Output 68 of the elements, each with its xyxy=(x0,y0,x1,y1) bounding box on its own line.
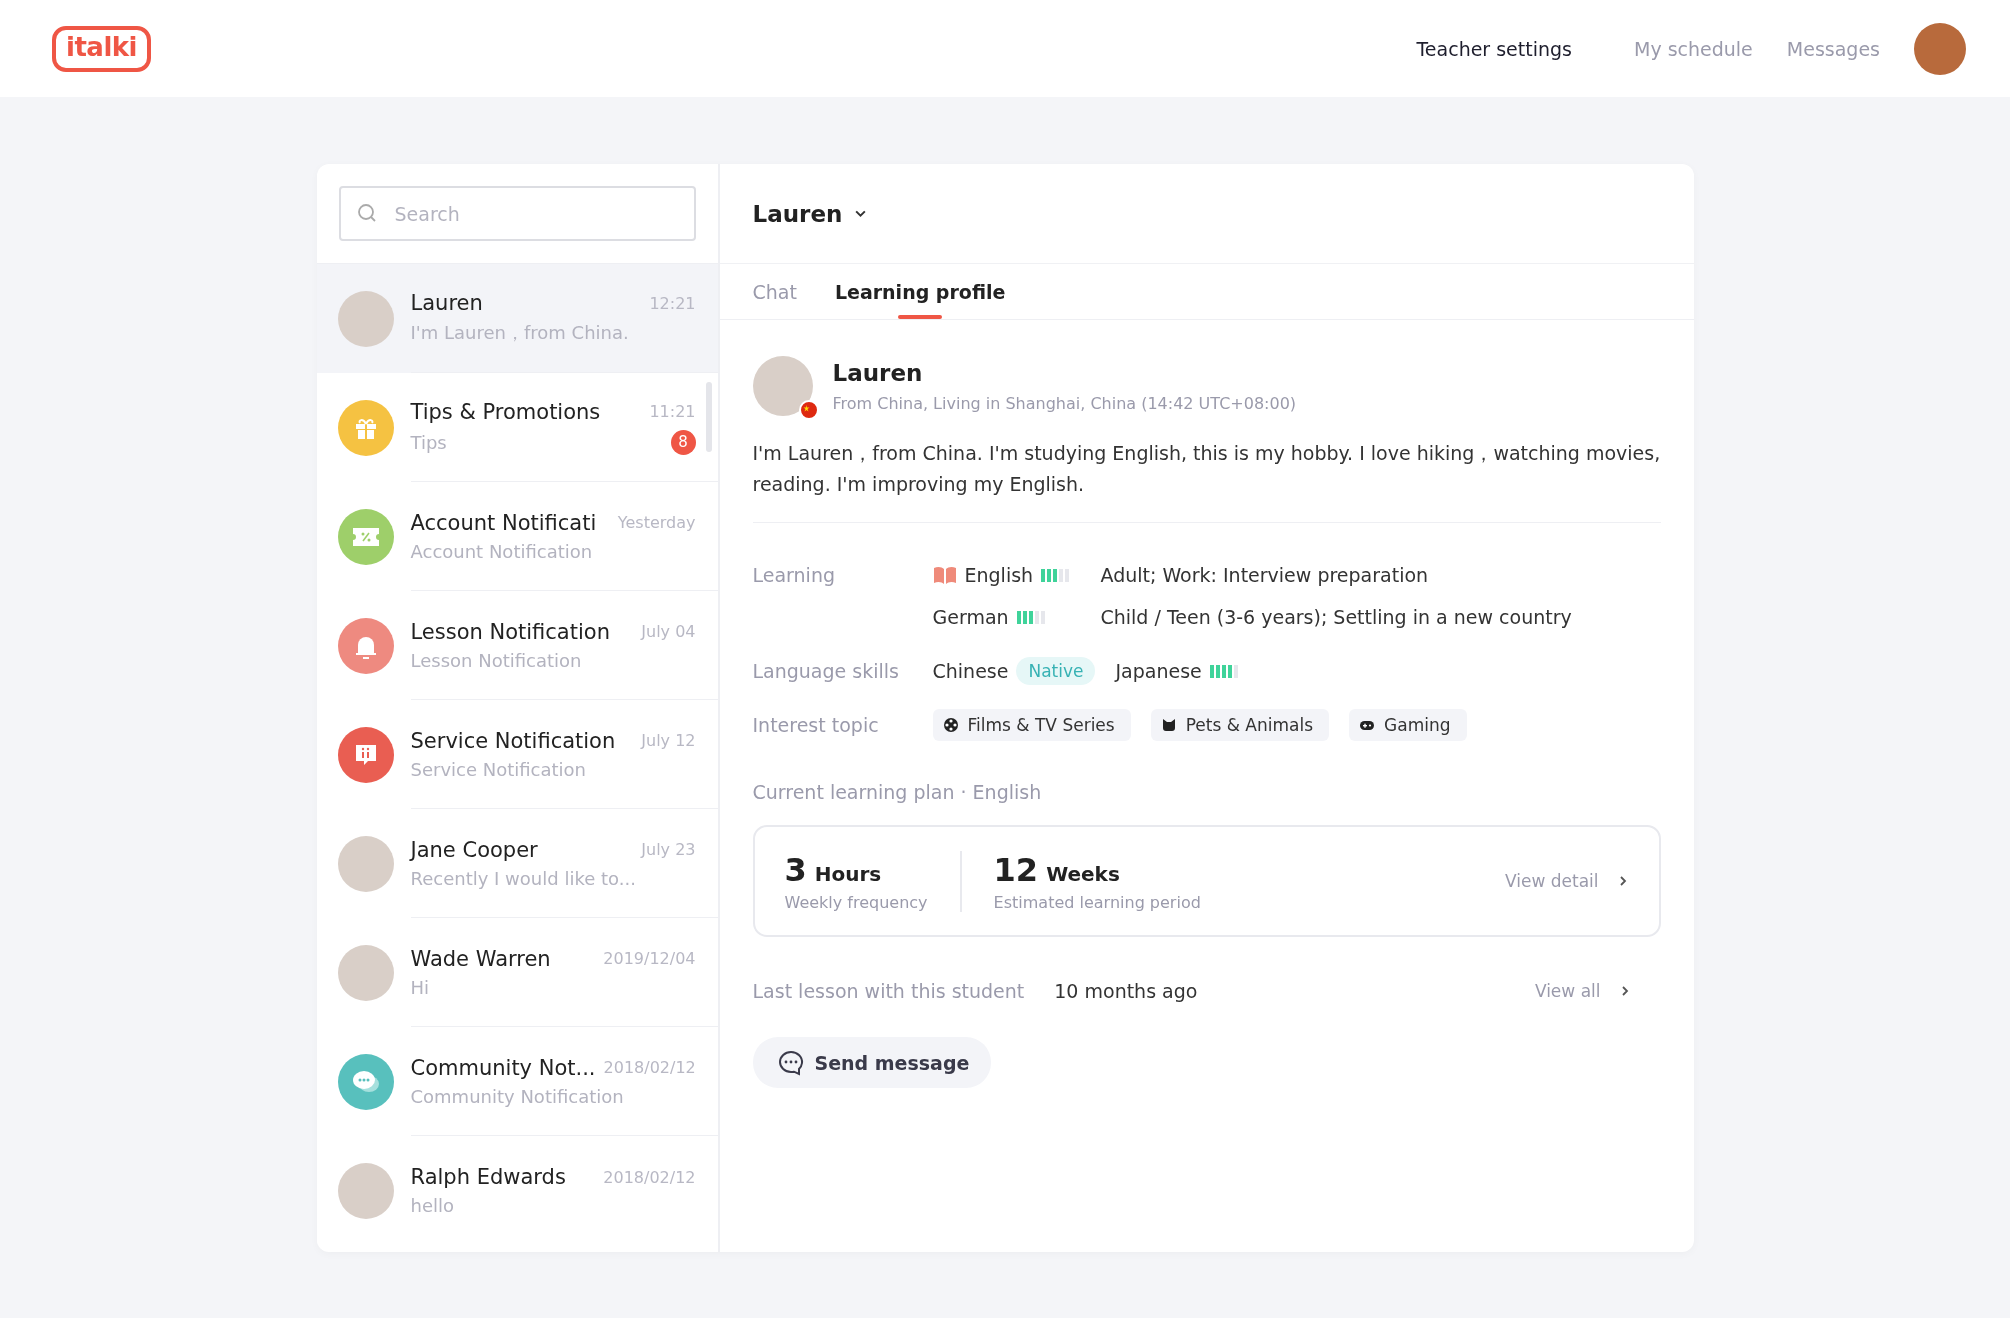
plan-stat-caption: Estimated learning period xyxy=(993,892,1201,912)
field-label: Learning xyxy=(752,563,836,588)
contact-name: Lauren xyxy=(410,291,483,315)
message-time: July 23 xyxy=(641,840,696,859)
level-meter xyxy=(1016,610,1047,624)
topic-tag: Films & TV Series xyxy=(932,709,1131,741)
message-preview: Community Notification xyxy=(410,1085,624,1107)
profile-name: Lauren xyxy=(832,359,924,386)
language-name: Chinese xyxy=(932,660,1009,682)
last-lesson-value: 10 months ago xyxy=(1054,980,1198,1002)
message-time: Yesterday xyxy=(617,513,696,532)
contact-dropdown[interactable]: Lauren xyxy=(752,200,868,227)
contact-name: Lesson Notification xyxy=(410,619,610,644)
profile-bio: I'm Lauren，from China. I'm studying English, this is my hobby. I love hiking，watching movies, reading. I'm improving my English. xyxy=(752,438,1661,523)
contact-name: Service Notification xyxy=(410,728,616,753)
message-preview: Account Notification xyxy=(410,540,593,562)
profile-location: From China, Living in Shanghai, China (14:42 UTC+08:00) xyxy=(832,393,1297,413)
search-icon xyxy=(356,203,377,223)
message-preview: Recently I would like to... xyxy=(410,867,636,889)
scrollbar-thumb[interactable] xyxy=(705,382,712,452)
message-time: 2018/02/12 xyxy=(603,1058,696,1077)
plan-stat-caption: Weekly frequency xyxy=(784,892,928,912)
field-label: Interest topic xyxy=(752,713,880,738)
unread-count: 8 xyxy=(670,429,696,455)
film-reel-icon xyxy=(942,717,959,733)
cat-icon xyxy=(1160,717,1177,733)
topic-tag: Gaming xyxy=(1349,709,1467,741)
message-preview: Tips xyxy=(410,431,447,453)
contact-name: Ralph Edwards xyxy=(410,1165,566,1189)
tab[interactable]: Learning profile xyxy=(834,264,1006,319)
language-name: English xyxy=(964,564,1034,586)
user-avatar[interactable] xyxy=(1914,22,1966,75)
message-preview: Hi xyxy=(410,976,430,998)
message-preview: Service Notification xyxy=(410,758,587,780)
level-meter xyxy=(1209,664,1240,678)
message-time: 2018/02/12 xyxy=(603,1167,696,1187)
message-preview: Lesson Notification xyxy=(410,649,582,671)
language-name: Japanese xyxy=(1115,660,1202,682)
plan-stat-value: 3 Hours xyxy=(784,850,883,889)
level-meter xyxy=(1041,568,1072,582)
section-heading: Current learning plan · English xyxy=(752,781,1043,803)
message-time: July 04 xyxy=(641,622,696,641)
contact-name: Jane Cooper xyxy=(410,837,538,862)
topic-tag: Pets & Animals xyxy=(1150,709,1330,741)
learning-goal: Adult; Work: Interview preparation xyxy=(1100,564,1430,586)
contact-name: Account Notificati xyxy=(410,510,597,535)
conversation-item[interactable]: Lauren 12:21 I'm Lauren，from China. xyxy=(316,264,718,373)
contact-name: Tips & Promotions xyxy=(410,399,601,424)
field-label: Language skills xyxy=(752,659,900,684)
message-preview: hello xyxy=(410,1195,454,1216)
contact-name: Community Not... xyxy=(410,1055,596,1080)
message-time: 11:21 xyxy=(649,402,696,421)
message-time: 12:21 xyxy=(649,293,696,313)
chat-bubble-icon xyxy=(776,1048,805,1077)
nav-link[interactable]: Teacher settings xyxy=(1416,37,1572,60)
learning-goal: Child / Teen (3-6 years); Settling in a new country xyxy=(1100,606,1573,628)
message-time: 2019/12/04 xyxy=(603,949,696,968)
native-tag: Native xyxy=(1016,657,1096,685)
contact-name: Wade Warren xyxy=(410,946,551,971)
book-icon xyxy=(932,566,957,584)
flag-icon xyxy=(798,400,819,420)
plan-stat-value: 12 Weeks xyxy=(993,850,1121,889)
search-field[interactable]: Search xyxy=(338,186,696,241)
field-label: Last lesson with this student xyxy=(752,979,1025,1004)
message-preview: I'm Lauren，from China. xyxy=(410,321,629,345)
message-time: July 12 xyxy=(641,731,696,750)
send-message-button[interactable]: Send message xyxy=(752,1037,992,1088)
language-name: German xyxy=(932,606,1009,628)
